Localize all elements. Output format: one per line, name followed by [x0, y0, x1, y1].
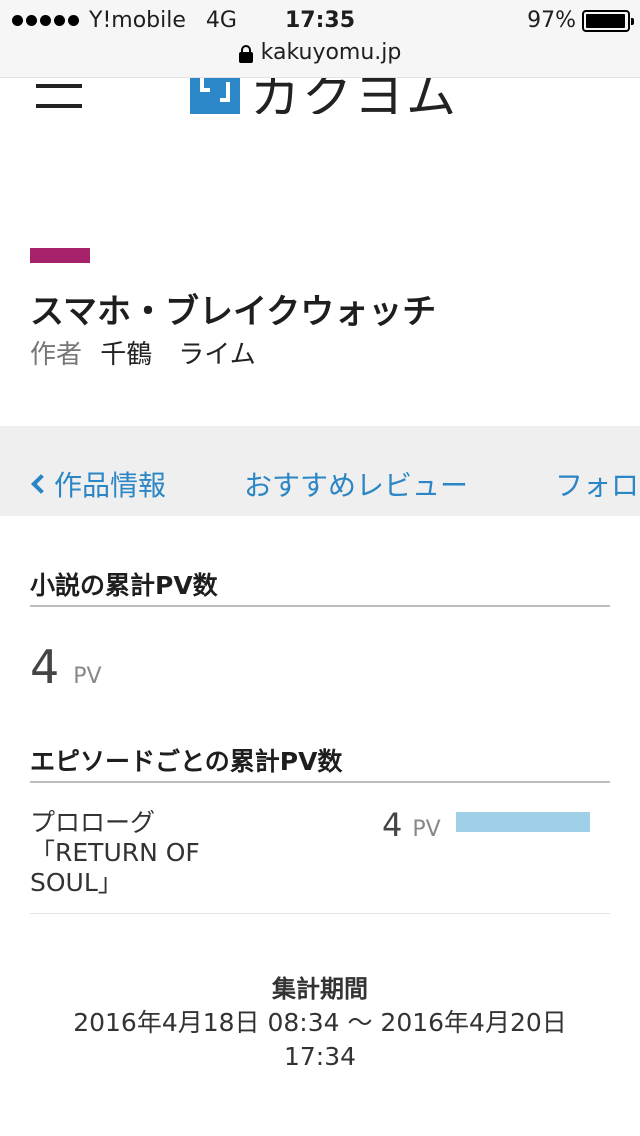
total-pv-value: 4 PV [30, 640, 102, 694]
chevron-left-icon [31, 474, 51, 494]
status-bar: Y!mobile 4G 17:35 97% [0, 0, 640, 40]
episode-title-link[interactable]: プロローグ 「RETURN OF SOUL」 [30, 808, 280, 898]
episode-pv-unit: PV [412, 817, 441, 842]
tab-recommended-reviews-label: おすすめレビュー [244, 469, 469, 502]
tab-recommended-reviews[interactable]: おすすめレビュー [244, 464, 468, 504]
site-logo[interactable]: カクヨム [190, 78, 458, 114]
tab-followers-label: フォロ [555, 469, 640, 502]
total-pv-heading: 小説の累計PV数 [30, 571, 218, 600]
battery-percent: 97% [527, 8, 576, 33]
episode-title-line: 「RETURN OF [30, 838, 200, 867]
address-bar[interactable]: kakuyomu.jp [0, 40, 640, 78]
tab-followers[interactable]: フォロ [555, 464, 639, 504]
site-header: カクヨム [0, 78, 640, 138]
total-pv-unit: PV [73, 664, 102, 689]
logo-mark-icon [190, 78, 240, 114]
episode-title-line: プロローグ [30, 808, 156, 837]
episode-pv-divider [30, 781, 610, 783]
total-pv-divider [30, 605, 610, 607]
period-range: 2016年4月18日 08:34 〜 2016年4月20日 17:34 [73, 1008, 567, 1071]
episode-row-divider [30, 913, 610, 914]
period-heading: 集計期間 [272, 975, 368, 1003]
page: Y!mobile 4G 17:35 97% kakuyomu.jp カクヨム ス… [0, 0, 640, 1136]
lock-icon [238, 44, 253, 63]
title-accent-bar [30, 248, 90, 263]
work-tabs: 作品情報 おすすめレビュー フォロ [0, 426, 640, 516]
episode-pv-heading: エピソードごとの累計PV数 [30, 747, 343, 776]
total-pv-number: 4 [30, 640, 60, 694]
tab-work-info[interactable]: 作品情報 [28, 464, 166, 504]
battery-fill [586, 13, 625, 28]
logo-text: カクヨム [250, 78, 458, 114]
episode-pv-bar [456, 812, 590, 832]
episode-pv-value: 4 PV [382, 806, 441, 844]
aggregation-period: 集計期間 2016年4月18日 08:34 〜 2016年4月20日 17:34 [0, 972, 640, 1074]
episode-title-line: SOUL」 [30, 868, 123, 897]
battery-icon [582, 9, 634, 32]
url-text: kakuyomu.jp [260, 40, 402, 65]
tab-work-info-label: 作品情報 [54, 469, 167, 502]
work-title[interactable]: スマホ・ブレイクウォッチ [30, 284, 436, 333]
episode-pv-bar-track [456, 812, 590, 832]
address-bar-inner: kakuyomu.jp [238, 40, 402, 65]
menu-icon[interactable] [36, 78, 84, 122]
author-label: 作者 [30, 340, 83, 370]
author-name-link[interactable]: 千鶴 ライム [100, 340, 255, 370]
status-right: 97% [527, 8, 634, 33]
episode-pv-number: 4 [382, 806, 403, 844]
author-line: 作者 千鶴 ライム [30, 334, 256, 371]
